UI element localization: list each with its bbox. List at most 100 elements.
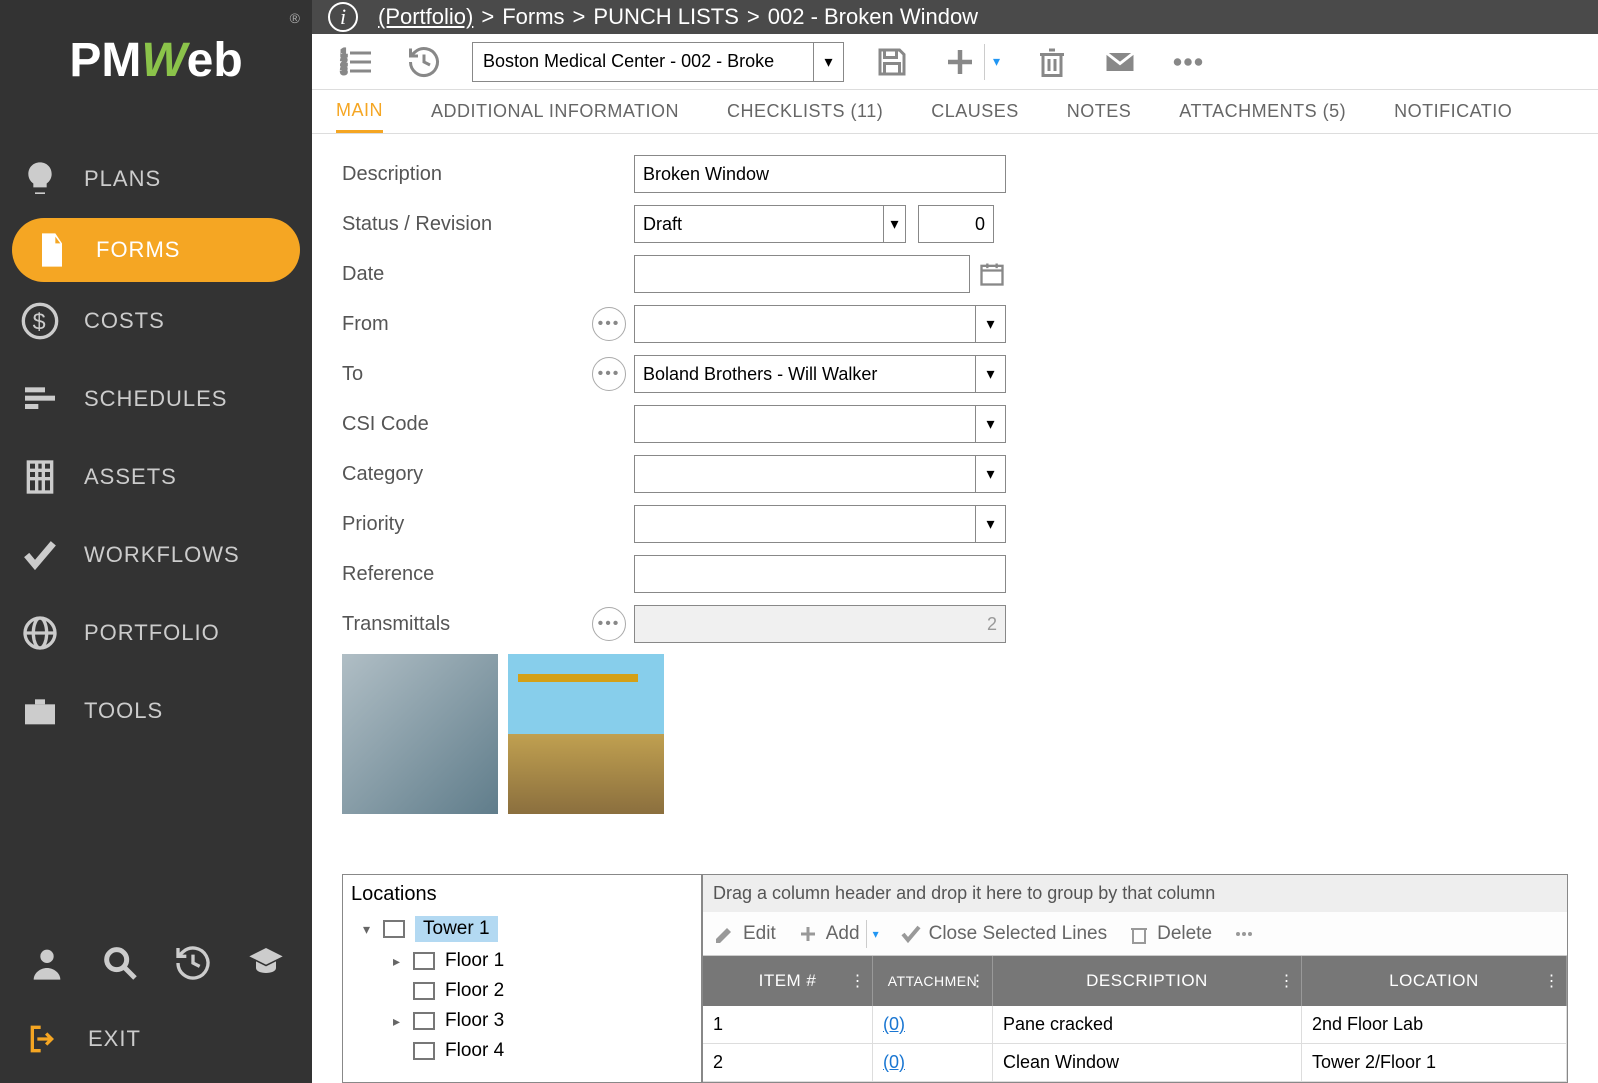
tree-node-floor2[interactable]: Floor 2 (381, 976, 693, 1006)
delete-button[interactable]: Delete (1127, 922, 1212, 946)
sidebar-item-workflows[interactable]: WORKFLOWS (0, 516, 312, 594)
button-label: Close Selected Lines (929, 923, 1108, 945)
sidebar-item-label: ASSETS (84, 464, 177, 490)
status-select[interactable] (634, 205, 906, 243)
category-select[interactable] (634, 455, 1006, 493)
description-input[interactable] (634, 155, 1006, 193)
table-row[interactable]: 1 (0) Pane cracked 2nd Floor Lab (703, 1006, 1567, 1044)
tree-node-floor1[interactable]: ▸ Floor 1 (381, 946, 693, 976)
save-icon[interactable] (872, 42, 912, 82)
more-icon (1232, 922, 1256, 946)
priority-input[interactable] (635, 506, 975, 542)
tab-notifications[interactable]: NOTIFICATIO (1394, 90, 1512, 133)
column-item[interactable]: ITEM #⋮ (703, 956, 873, 1006)
list-view-icon[interactable]: 123 (336, 42, 376, 82)
check-icon (20, 535, 60, 575)
user-icon[interactable] (27, 943, 67, 983)
column-menu-icon[interactable]: ⋮ (1279, 971, 1296, 991)
to-select[interactable] (634, 355, 1006, 393)
tab-attachments[interactable]: ATTACHMENTS (5) (1179, 90, 1346, 133)
to-options-button[interactable]: ••• (592, 357, 626, 391)
history-icon[interactable] (404, 42, 444, 82)
sidebar-item-assets[interactable]: ASSETS (0, 438, 312, 516)
chevron-down-icon[interactable] (873, 927, 879, 941)
column-attachments[interactable]: ATTACHMEN⋮ (873, 956, 993, 1006)
group-by-bar[interactable]: Drag a column header and drop it here to… (703, 875, 1567, 912)
button-label: Edit (743, 923, 776, 945)
search-icon[interactable] (100, 943, 140, 983)
tab-additional-info[interactable]: ADDITIONAL INFORMATION (431, 90, 679, 133)
add-icon[interactable] (940, 42, 980, 82)
sidebar-item-schedules[interactable]: SCHEDULES (0, 360, 312, 438)
sidebar-item-tools[interactable]: TOOLS (0, 672, 312, 750)
history-icon[interactable] (173, 943, 213, 983)
reference-input[interactable] (634, 555, 1006, 593)
expand-icon[interactable]: ▸ (393, 953, 407, 970)
tree-label: Floor 2 (445, 980, 504, 1002)
revision-input[interactable] (918, 205, 994, 243)
edit-button[interactable]: Edit (713, 922, 776, 946)
column-menu-icon[interactable]: ⋮ (1544, 971, 1561, 991)
sidebar-item-plans[interactable]: PLANS (0, 140, 312, 218)
more-icon[interactable] (1168, 42, 1208, 82)
sidebar-nav: PLANS FORMS $ COSTS SCHEDULES ASSETS WOR… (0, 120, 312, 923)
csi-select[interactable] (634, 405, 1006, 443)
column-menu-icon[interactable]: ⋮ (850, 971, 867, 991)
date-input[interactable] (634, 255, 970, 293)
chevron-down-icon[interactable] (975, 406, 1005, 442)
tree-node-floor4[interactable]: Floor 4 (381, 1036, 693, 1066)
from-select[interactable] (634, 305, 1006, 343)
add-split-button[interactable]: Add (796, 920, 879, 948)
thumbnail-hvac[interactable] (342, 654, 498, 814)
status-input[interactable] (635, 206, 883, 242)
chevron-down-icon[interactable] (975, 456, 1005, 492)
column-location[interactable]: LOCATION⋮ (1302, 956, 1567, 1006)
chevron-down-icon[interactable] (989, 53, 1004, 70)
priority-select[interactable] (634, 505, 1006, 543)
close-lines-button[interactable]: Close Selected Lines (899, 922, 1108, 946)
attachment-link[interactable]: (0) (883, 1052, 905, 1073)
table-row[interactable]: 2 (0) Clean Window Tower 2/Floor 1 (703, 1044, 1567, 1082)
tab-checklists[interactable]: CHECKLISTS (11) (727, 90, 883, 133)
from-input[interactable] (635, 306, 975, 342)
tab-clauses[interactable]: CLAUSES (931, 90, 1019, 133)
info-icon[interactable]: i (328, 2, 358, 32)
delete-icon[interactable] (1032, 42, 1072, 82)
email-icon[interactable] (1100, 42, 1140, 82)
cell-item: 1 (703, 1006, 873, 1043)
transmittals-options-button[interactable]: ••• (592, 607, 626, 641)
sidebar-item-portfolio[interactable]: PORTFOLIO (0, 594, 312, 672)
chevron-down-icon[interactable] (883, 206, 905, 242)
column-menu-icon[interactable]: ⋮ (970, 971, 987, 991)
record-selector-input[interactable] (473, 43, 813, 81)
exit-button[interactable]: EXIT (0, 1003, 312, 1083)
record-selector[interactable] (472, 42, 844, 82)
thumbnail-crane[interactable] (508, 654, 664, 814)
expand-icon[interactable]: ▸ (393, 1013, 407, 1030)
to-input[interactable] (635, 356, 975, 392)
breadcrumb-lists: PUNCH LISTS (593, 4, 738, 30)
sidebar-item-costs[interactable]: $ COSTS (0, 282, 312, 360)
attachment-link[interactable]: (0) (883, 1014, 905, 1035)
add-button[interactable]: Add (796, 922, 860, 946)
column-description[interactable]: DESCRIPTION⋮ (993, 956, 1302, 1006)
graduation-icon[interactable] (246, 943, 286, 983)
sidebar-item-label: PORTFOLIO (84, 620, 220, 646)
tree-node-tower1[interactable]: ▾ Tower 1 (351, 912, 693, 946)
category-input[interactable] (635, 456, 975, 492)
chevron-down-icon[interactable] (975, 356, 1005, 392)
chevron-down-icon[interactable] (975, 506, 1005, 542)
tab-main[interactable]: MAIN (336, 90, 383, 133)
tree-node-floor3[interactable]: ▸ Floor 3 (381, 1006, 693, 1036)
breadcrumb-portfolio[interactable]: (Portfolio) (378, 4, 473, 30)
chevron-down-icon[interactable] (975, 306, 1005, 342)
calendar-icon[interactable] (978, 260, 1006, 288)
from-options-button[interactable]: ••• (592, 307, 626, 341)
tab-notes[interactable]: NOTES (1067, 90, 1132, 133)
more-button[interactable] (1232, 922, 1256, 946)
add-split-button[interactable] (940, 42, 1004, 82)
sidebar-item-forms[interactable]: FORMS (12, 218, 300, 282)
csi-input[interactable] (635, 406, 975, 442)
chevron-down-icon[interactable] (813, 43, 843, 81)
collapse-icon[interactable]: ▾ (363, 921, 377, 938)
